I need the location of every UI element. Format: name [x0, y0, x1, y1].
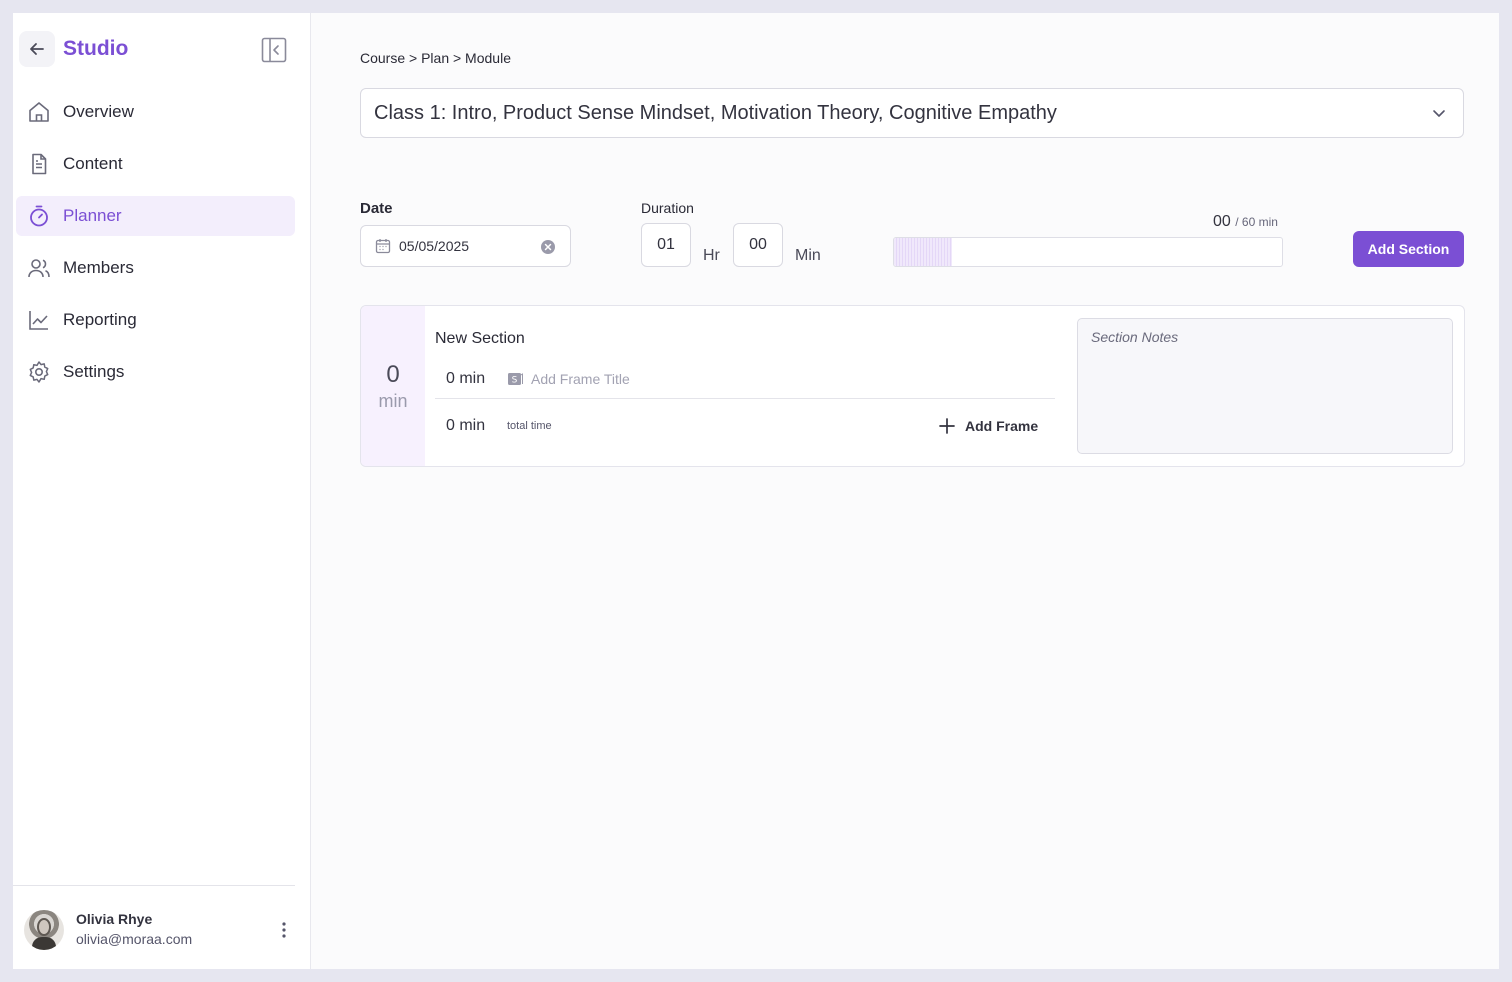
add-frame-button[interactable]: Add Frame [938, 414, 1038, 438]
duration-label: Duration [641, 200, 694, 216]
collapse-sidebar-button[interactable] [261, 37, 287, 63]
sidebar-item-content[interactable]: Content [16, 144, 295, 184]
frame-minutes[interactable]: 0 min [446, 370, 485, 388]
clear-icon[interactable] [540, 239, 556, 255]
users-icon [27, 256, 51, 280]
progress-used: 00 [1213, 213, 1231, 230]
total-time-label: total time [507, 420, 552, 432]
plus-icon [939, 418, 955, 434]
sidebar-item-reporting[interactable]: Reporting [16, 300, 295, 340]
module-select-value: Class 1: Intro, Product Sense Mindset, M… [374, 101, 1057, 124]
frame-row: 0 min S Add Frame Title [435, 362, 1055, 399]
user-email: olivia@moraa.com [76, 931, 193, 947]
sidebar-item-label: Planner [63, 206, 122, 225]
sidebar-item-label: Content [63, 154, 123, 173]
back-button[interactable] [19, 31, 55, 67]
time-progress-bar [893, 237, 1283, 267]
section-card: 0 min New Section 0 min S Add Frame Titl… [360, 305, 1465, 467]
progress-readout: 00 / 60 min [1213, 213, 1278, 231]
total-row: 0 min total time Add Frame [435, 410, 1055, 440]
more-options-icon[interactable] [274, 919, 294, 941]
date-input[interactable]: 05/05/2025 [360, 225, 571, 267]
sidebar-collapse-icon [261, 37, 287, 63]
progress-total: / 60 min [1235, 215, 1278, 229]
sidebar-divider [13, 885, 295, 886]
sidebar-item-planner[interactable]: Planner [16, 196, 295, 236]
module-select[interactable]: Class 1: Intro, Product Sense Mindset, M… [360, 88, 1464, 138]
svg-text:S: S [512, 376, 518, 386]
add-section-button[interactable]: Add Section [1353, 231, 1464, 267]
user-name: Olivia Rhye [76, 911, 153, 927]
sidebar-nav: Overview Content Planner Members Reporti… [16, 92, 295, 404]
section-duration-unit: min [378, 390, 408, 411]
date-label: Date [360, 200, 393, 217]
app-window: Studio Overview Content Planner Members … [13, 13, 1499, 969]
brand-title: Studio [63, 37, 129, 60]
frame-type-icon[interactable]: S [507, 371, 523, 387]
section-notes-input[interactable] [1077, 318, 1453, 454]
timer-icon [27, 204, 51, 228]
section-duration-value: 0 [386, 360, 400, 388]
breadcrumb: Course > Plan > Module [360, 50, 511, 66]
arrow-left-icon [30, 43, 44, 55]
sidebar-item-label: Members [63, 258, 134, 277]
duration-hours-input[interactable]: 01 [641, 223, 691, 267]
section-duration: 0 min [361, 306, 425, 466]
progress-fill [894, 238, 953, 266]
chevron-down-icon [1433, 110, 1445, 117]
home-icon [27, 100, 51, 124]
chart-icon [27, 308, 51, 332]
sidebar-item-label: Settings [63, 362, 125, 381]
date-value: 05/05/2025 [399, 238, 470, 254]
section-title[interactable]: New Section [435, 330, 525, 348]
sidebar-item-label: Overview [63, 102, 134, 121]
sidebar-item-settings[interactable]: Settings [16, 352, 295, 392]
document-icon [27, 152, 51, 176]
minutes-unit-label: Min [795, 247, 821, 264]
avatar[interactable] [24, 910, 64, 950]
sidebar-item-members[interactable]: Members [16, 248, 295, 288]
user-profile: Olivia Rhye olivia@moraa.com [24, 909, 294, 951]
total-minutes: 0 min [446, 417, 486, 434]
sidebar-item-overview[interactable]: Overview [16, 92, 295, 132]
add-frame-label: Add Frame [965, 418, 1039, 434]
duration-minutes-input[interactable]: 00 [733, 223, 783, 267]
gear-icon [27, 360, 51, 384]
hours-unit-label: Hr [703, 247, 720, 264]
sidebar: Studio Overview Content Planner Members … [13, 13, 311, 969]
frame-title-input[interactable]: Add Frame Title [531, 371, 630, 387]
sidebar-item-label: Reporting [63, 310, 137, 329]
calendar-icon [375, 239, 391, 254]
